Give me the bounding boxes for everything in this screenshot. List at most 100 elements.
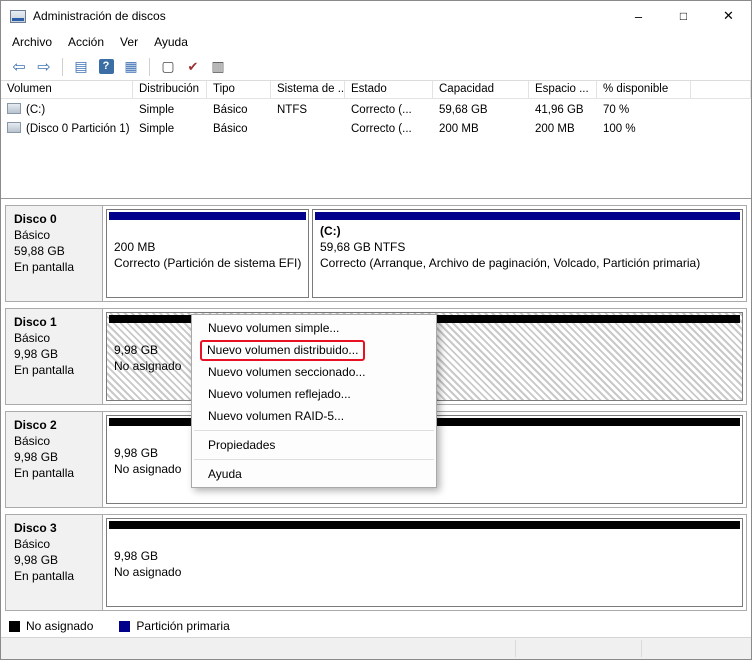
- menu-item-label-annotated: Nuevo volumen distribuido...: [200, 340, 365, 361]
- menu-item-nuevo-volumen-reflejado[interactable]: Nuevo volumen reflejado...: [192, 383, 436, 405]
- column-header-tipo[interactable]: Tipo: [207, 81, 271, 98]
- legend-label: No asignado: [26, 619, 93, 633]
- disk-0-label[interactable]: Disco 0 Básico 59,88 GB En pantalla: [6, 206, 103, 301]
- column-header-espacio[interactable]: Espacio ...: [529, 81, 597, 98]
- window-controls: – □ ✕: [616, 1, 751, 31]
- disk-type: Básico: [14, 330, 94, 346]
- partition-status: No asignado: [114, 564, 735, 580]
- disk-name: Disco 2: [14, 417, 94, 433]
- partition-title: [114, 223, 301, 239]
- partition-size: 9,98 GB: [114, 548, 735, 564]
- back-icon[interactable]: ⇦: [8, 56, 30, 78]
- legend-label: Partición primaria: [136, 619, 229, 633]
- action-pane-icon[interactable]: ▦: [120, 56, 142, 78]
- volume-row-c[interactable]: (C:) Simple Básico NTFS Correcto (... 59…: [1, 101, 751, 118]
- column-header-distribucion[interactable]: Distribución: [133, 81, 207, 98]
- partition-color-strip: [315, 212, 740, 220]
- column-header-estado[interactable]: Estado: [345, 81, 433, 98]
- volume-icon: [7, 122, 21, 133]
- espacio-cell: 41,96 GB: [529, 104, 597, 116]
- close-button[interactable]: ✕: [706, 1, 751, 31]
- column-header-disponible[interactable]: % disponible: [597, 81, 691, 98]
- unallocated-swatch: [9, 621, 20, 632]
- status-bar: [1, 637, 751, 659]
- volume-row-disco0-particion1[interactable]: (Disco 0 Partición 1) Simple Básico Corr…: [1, 120, 751, 137]
- partition-status: Correcto (Partición de sistema EFI): [114, 255, 301, 271]
- column-header-sistema[interactable]: Sistema de ...: [271, 81, 345, 98]
- capacidad-cell: 200 MB: [433, 123, 529, 135]
- statusbar-divider: [515, 640, 516, 657]
- disk-row-disco-0: Disco 0 Básico 59,88 GB En pantalla 200 …: [5, 205, 747, 302]
- volume-cell: (C:): [1, 103, 133, 116]
- unallocated-color-strip: [109, 521, 740, 529]
- menu-separator: [194, 459, 434, 460]
- menu-bar: Archivo Acción Ver Ayuda: [1, 31, 751, 53]
- column-header-capacidad[interactable]: Capacidad: [433, 81, 529, 98]
- partition-title: [114, 532, 735, 548]
- column-header-volumen[interactable]: Volumen: [1, 81, 133, 98]
- menu-item-nuevo-volumen-seccionado[interactable]: Nuevo volumen seccionado...: [192, 361, 436, 383]
- menu-item-label: Nuevo volumen simple...: [208, 321, 339, 335]
- menu-item-label: Ayuda: [208, 467, 242, 481]
- menu-item-propiedades[interactable]: Propiedades: [192, 434, 436, 456]
- disk-name: Disco 0: [14, 211, 94, 227]
- legend: No asignado Partición primaria: [1, 615, 751, 637]
- estado-cell: Correcto (...: [345, 123, 433, 135]
- partition-status: Correcto (Arranque, Archivo de paginació…: [320, 255, 735, 271]
- disk-management-icon: [10, 10, 26, 23]
- menu-item-label: Nuevo volumen RAID-5...: [208, 409, 344, 423]
- disk-size: 59,88 GB: [14, 243, 94, 259]
- partition-color-strip: [109, 212, 306, 220]
- title-bar: Administración de discos – □ ✕: [1, 1, 751, 31]
- partition-info: 9,98 GB No asignado: [107, 529, 742, 606]
- partition-info: 200 MB Correcto (Partición de sistema EF…: [107, 220, 308, 297]
- grid-icon[interactable]: ▥: [207, 56, 229, 78]
- distribucion-cell: Simple: [133, 123, 207, 135]
- menu-item-label: Propiedades: [208, 438, 275, 452]
- disk-name: Disco 1: [14, 314, 94, 330]
- menu-item-nuevo-volumen-simple[interactable]: Nuevo volumen simple...: [192, 317, 436, 339]
- forward-icon[interactable]: ⇨: [33, 56, 55, 78]
- volume-list: Volumen Distribución Tipo Sistema de ...…: [1, 81, 751, 199]
- capacidad-cell: 59,68 GB: [433, 104, 529, 116]
- disk-status: En pantalla: [14, 568, 94, 584]
- espacio-cell: 200 MB: [529, 123, 597, 135]
- menu-accion[interactable]: Acción: [60, 32, 112, 52]
- menu-item-nuevo-volumen-distribuido[interactable]: Nuevo volumen distribuido...: [192, 339, 436, 361]
- volume-list-header: Volumen Distribución Tipo Sistema de ...…: [1, 81, 751, 99]
- disk-row-disco-3: Disco 3 Básico 9,98 GB En pantalla 9,98 …: [5, 514, 747, 611]
- dialog-icon[interactable]: ▢: [157, 56, 179, 78]
- maximize-button[interactable]: □: [661, 1, 706, 31]
- disk-status: En pantalla: [14, 362, 94, 378]
- statusbar-divider: [641, 640, 642, 657]
- volume-cell: (Disco 0 Partición 1): [1, 122, 133, 135]
- menu-item-nuevo-volumen-raid5[interactable]: Nuevo volumen RAID-5...: [192, 405, 436, 427]
- partition-efi-system[interactable]: 200 MB Correcto (Partición de sistema EF…: [106, 209, 309, 298]
- help-icon-glyph: ?: [99, 59, 114, 74]
- disk-3-partitions: 9,98 GB No asignado: [103, 515, 746, 610]
- menu-archivo[interactable]: Archivo: [4, 32, 60, 52]
- menu-separator: [194, 430, 434, 431]
- menu-ver[interactable]: Ver: [112, 32, 146, 52]
- disk-1-label[interactable]: Disco 1 Básico 9,98 GB En pantalla: [6, 309, 103, 404]
- partition-title: (C:): [320, 223, 735, 239]
- disk-0-partitions: 200 MB Correcto (Partición de sistema EF…: [103, 206, 746, 301]
- legend-item-no-asignado: No asignado: [9, 619, 93, 633]
- primary-partition-swatch: [119, 621, 130, 632]
- context-menu: Nuevo volumen simple... Nuevo volumen di…: [191, 314, 437, 488]
- toolbar-separator: [149, 58, 150, 76]
- unallocated-region-disk-3[interactable]: 9,98 GB No asignado: [106, 518, 743, 607]
- disk-3-label[interactable]: Disco 3 Básico 9,98 GB En pantalla: [6, 515, 103, 610]
- disk-size: 9,98 GB: [14, 552, 94, 568]
- minimize-button[interactable]: –: [616, 1, 661, 31]
- partition-c[interactable]: (C:) 59,68 GB NTFS Correcto (Arranque, A…: [312, 209, 743, 298]
- tipo-cell: Básico: [207, 123, 271, 135]
- disk-2-label[interactable]: Disco 2 Básico 9,98 GB En pantalla: [6, 412, 103, 507]
- menu-item-ayuda[interactable]: Ayuda: [192, 463, 436, 485]
- console-tree-icon[interactable]: ▤: [70, 56, 92, 78]
- check-icon[interactable]: ✔: [182, 56, 204, 78]
- disk-type: Básico: [14, 227, 94, 243]
- help-icon[interactable]: ?: [95, 56, 117, 78]
- menu-ayuda[interactable]: Ayuda: [146, 32, 196, 52]
- volume-name: (C:): [26, 104, 45, 116]
